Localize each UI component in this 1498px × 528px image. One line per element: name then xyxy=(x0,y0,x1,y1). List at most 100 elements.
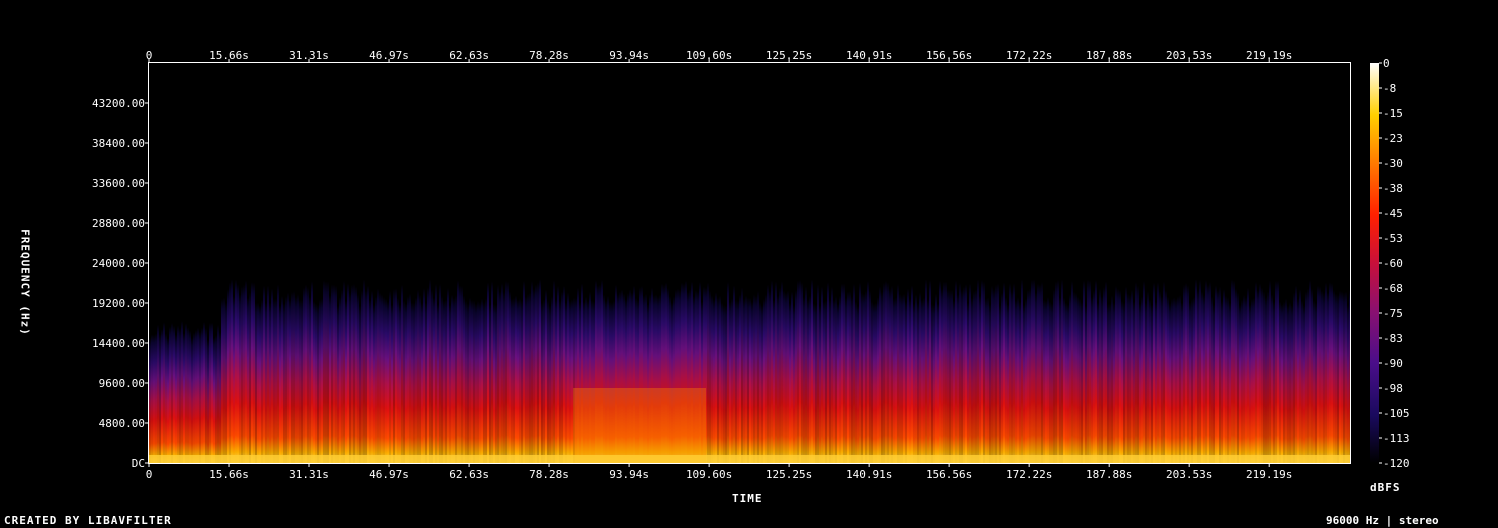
spectrogram-column xyxy=(993,199,995,463)
spectrogram-column xyxy=(1155,218,1157,463)
x-tick-label-top: 172.22s xyxy=(1006,49,1052,62)
spectrogram-column xyxy=(1243,208,1245,463)
spectrogram-column xyxy=(1331,190,1333,463)
spectrogram-column xyxy=(417,200,419,464)
spectrogram-column xyxy=(1305,202,1307,463)
spectrogram-column xyxy=(195,261,197,463)
spectrogram-column xyxy=(1219,195,1221,463)
spectrogram-column xyxy=(383,211,385,463)
spectrogram-column xyxy=(1257,201,1259,464)
spectrogram-column xyxy=(715,204,717,463)
spectrogram-column xyxy=(937,221,939,463)
spectrogram-column xyxy=(359,224,361,463)
spectrogram-column xyxy=(265,219,267,463)
y-tick-label: 9600.00 xyxy=(99,377,145,390)
spectrogram-column xyxy=(447,197,449,463)
spectrogram-column xyxy=(389,202,391,464)
spectrogram-column xyxy=(941,199,943,463)
spectrogram-column xyxy=(435,191,437,463)
spectrogram-column xyxy=(801,189,803,463)
spectrogram-column xyxy=(951,200,953,463)
spectrogram-column xyxy=(267,194,269,463)
spectrogram-column xyxy=(257,219,259,463)
spectrogram-column xyxy=(891,194,893,463)
x-tick-label-top: 46.97s xyxy=(369,49,409,62)
spectrogram-column xyxy=(549,224,551,463)
spectrogram-column xyxy=(273,214,275,463)
spectrogram-column xyxy=(419,208,421,463)
spectrogram-column xyxy=(1113,220,1115,463)
spectrogram-column xyxy=(1289,218,1291,463)
spectrogram-column xyxy=(443,217,445,463)
spectrogram-column xyxy=(1129,207,1131,463)
spectrogram-column xyxy=(1275,186,1277,463)
x-tick-label-bottom: 172.22s xyxy=(1006,468,1052,481)
spectrogram-column xyxy=(923,212,925,463)
spectrogram-column xyxy=(269,220,271,463)
spectrogram-column xyxy=(1181,219,1183,463)
spectrogram-column xyxy=(555,214,557,463)
spectrogram-column xyxy=(369,215,371,463)
spectrogram-column xyxy=(1337,207,1339,463)
spectrogram-column xyxy=(287,204,289,464)
x-tick-label-bottom: 156.56s xyxy=(926,468,972,481)
spectrogram-column xyxy=(1309,185,1311,463)
spectrogram-column xyxy=(1195,184,1197,464)
spectrogram-column xyxy=(1237,204,1239,463)
spectrogram-column xyxy=(385,213,387,463)
colorbar-tick-label: -53 xyxy=(1383,232,1403,245)
spectrogram-column xyxy=(963,195,965,464)
spectrogram-column xyxy=(401,192,403,463)
spectrogram-column xyxy=(1231,184,1233,463)
spectrogram-column xyxy=(1311,198,1313,463)
spectrogram-column xyxy=(931,221,933,463)
spectrogram-column xyxy=(1175,213,1177,463)
spectrogram-column xyxy=(467,220,469,463)
spectrogram-column xyxy=(975,200,977,464)
spectrogram-column xyxy=(719,209,721,463)
spectrogram-column xyxy=(1169,221,1171,463)
spectrogram-column xyxy=(539,184,541,463)
spectrogram-column xyxy=(1033,184,1035,463)
spectrogram-column xyxy=(185,251,187,463)
spectrogram-column xyxy=(471,216,473,463)
x-axis-title: TIME xyxy=(732,492,763,505)
spectrogram-column xyxy=(1081,218,1083,463)
spectrogram-column xyxy=(1207,193,1209,463)
spectrogram-column xyxy=(783,201,785,463)
spectrogram-column xyxy=(173,255,175,463)
spectrogram-column xyxy=(881,203,883,463)
spectrogram-column xyxy=(229,189,231,464)
spectrogram-column xyxy=(1073,203,1075,463)
spectrogram-column xyxy=(293,202,295,463)
spectrogram-column xyxy=(485,213,487,463)
spectrogram-column xyxy=(329,208,331,463)
colorbar-tick-label: 0 xyxy=(1383,57,1390,70)
spectrogram-column xyxy=(497,192,499,463)
x-tick-label-bottom: 140.91s xyxy=(846,468,892,481)
spectrogram-column xyxy=(415,212,417,463)
spectrogram-column xyxy=(933,222,935,463)
spectrogram-column xyxy=(947,199,949,464)
spectrogram-column xyxy=(769,202,771,463)
spectrogram-column xyxy=(253,189,255,463)
spectrogram-column xyxy=(767,192,769,463)
spectrogram-column xyxy=(859,189,861,463)
spectrogram-column xyxy=(167,273,169,463)
spectrogram-column xyxy=(1061,184,1063,463)
colorbar-tick-label: -30 xyxy=(1383,157,1403,170)
spectrogram-column xyxy=(263,194,265,463)
spectrogram-column xyxy=(1343,204,1345,463)
spectrogram-column xyxy=(337,224,339,463)
spectrogram-column xyxy=(457,186,459,463)
spectrogram-column xyxy=(1221,217,1223,463)
spectrogram-column xyxy=(1213,222,1215,463)
spectrogram-column xyxy=(535,192,537,463)
spectrogram-column xyxy=(903,206,905,463)
spectrogram-column xyxy=(409,206,411,463)
spectrogram-column xyxy=(477,217,479,463)
spectrogram-column xyxy=(403,216,405,463)
spectrogram-column xyxy=(1115,194,1117,463)
spectrogram-column xyxy=(1163,188,1165,463)
spectrogram-column xyxy=(187,257,189,463)
